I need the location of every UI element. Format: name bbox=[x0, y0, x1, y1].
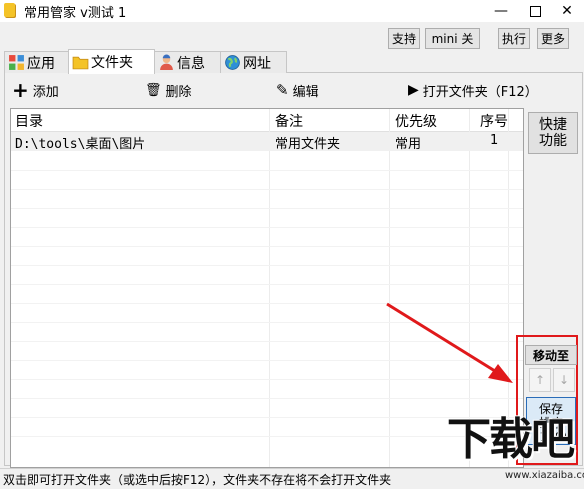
row-divider bbox=[11, 398, 523, 399]
open-folder-button[interactable]: ▶ 打开文件夹（F12） bbox=[408, 80, 538, 100]
tab-apps[interactable]: 应用 bbox=[4, 51, 69, 73]
quick-label-line2: 功能 bbox=[539, 133, 567, 149]
mini-close-button[interactable]: mini 关 bbox=[425, 28, 480, 49]
folder-icon bbox=[72, 56, 89, 69]
tab-info-label: 信息 bbox=[177, 55, 205, 72]
tab-folders[interactable]: 文件夹 bbox=[68, 49, 155, 74]
tab-urls[interactable]: 网址 bbox=[220, 51, 287, 73]
col-divider bbox=[269, 109, 270, 467]
col-seq[interactable]: 序号 bbox=[480, 111, 508, 131]
arrow-up-icon: ↑ bbox=[534, 373, 546, 387]
edit-button[interactable]: ✎ 编辑 bbox=[276, 80, 319, 100]
open-folder-label: 打开文件夹（F12） bbox=[422, 84, 538, 100]
move-to-button[interactable]: 移动至 bbox=[525, 345, 577, 365]
quick-label-line1: 快捷 bbox=[539, 117, 567, 133]
person-icon bbox=[160, 54, 173, 70]
row-divider bbox=[11, 189, 523, 190]
app-folder-icon bbox=[4, 3, 15, 17]
cell-note: 常用文件夹 bbox=[275, 137, 341, 152]
row-divider bbox=[11, 341, 523, 342]
row-divider bbox=[11, 208, 523, 209]
play-icon: ▶ bbox=[408, 82, 419, 98]
delete-label: 删除 bbox=[165, 84, 192, 100]
watermark-logo: 下载吧 www.xiazaiba.com bbox=[447, 414, 584, 488]
row-divider bbox=[11, 265, 523, 266]
row-divider bbox=[11, 170, 523, 171]
status-text: 双击即可打开文件夹（或选中后按F12），文件夹不存在将不会打开文件夹 bbox=[3, 473, 392, 487]
maximize-icon bbox=[529, 5, 541, 17]
row-divider bbox=[11, 379, 523, 380]
edit-label: 编辑 bbox=[292, 84, 319, 100]
tab-folders-label: 文件夹 bbox=[91, 55, 133, 71]
window-title: 常用管家 v测试 1 bbox=[24, 6, 127, 21]
maximize-button[interactable] bbox=[518, 0, 552, 22]
globe-icon bbox=[225, 55, 240, 70]
edit-icon: ✎ bbox=[276, 81, 289, 99]
col-divider bbox=[389, 109, 390, 467]
tab-apps-label: 应用 bbox=[27, 55, 55, 72]
add-label: 添加 bbox=[32, 84, 59, 100]
col-note[interactable]: 备注 bbox=[275, 111, 303, 131]
title-bar: 常用管家 v测试 1 — ✕ bbox=[0, 0, 584, 22]
minimize-button[interactable]: — bbox=[484, 0, 518, 22]
support-button[interactable]: 支持 bbox=[388, 28, 420, 49]
col-dir[interactable]: 目录 bbox=[15, 111, 43, 131]
tab-urls-label: 网址 bbox=[243, 55, 271, 72]
minimize-icon: — bbox=[494, 3, 508, 19]
row-divider bbox=[11, 227, 523, 228]
row-divider bbox=[11, 322, 523, 323]
cell-seq: 1 bbox=[490, 133, 499, 148]
row-divider bbox=[11, 246, 523, 247]
trash-icon: 🗑 bbox=[145, 82, 162, 98]
apps-icon bbox=[9, 55, 24, 70]
watermark-url: www.xiazaiba.com bbox=[505, 470, 584, 481]
close-icon: ✕ bbox=[561, 3, 573, 19]
add-button[interactable]: + 添加 bbox=[12, 78, 59, 102]
quick-functions-button[interactable]: 快捷 功能 bbox=[528, 112, 578, 154]
row-divider bbox=[11, 303, 523, 304]
execute-button[interactable]: 执行 bbox=[498, 28, 530, 49]
cell-dir: D:\tools\桌面\图片 bbox=[15, 137, 146, 152]
watermark-title: 下载吧 bbox=[447, 414, 575, 465]
arrow-down-icon: ↓ bbox=[558, 373, 570, 387]
row-divider bbox=[11, 360, 523, 361]
close-button[interactable]: ✕ bbox=[550, 0, 584, 22]
cell-priority: 常用 bbox=[395, 137, 422, 152]
table-row[interactable]: D:\tools\桌面\图片 常用文件夹 常用 1 bbox=[11, 132, 523, 152]
row-divider bbox=[11, 284, 523, 285]
move-down-button[interactable]: ↓ bbox=[553, 368, 575, 392]
plus-icon: + bbox=[12, 78, 29, 102]
tab-info[interactable]: 信息 bbox=[154, 51, 221, 73]
delete-button[interactable]: 🗑 删除 bbox=[145, 80, 192, 100]
col-priority[interactable]: 优先级 bbox=[395, 111, 437, 131]
move-up-button[interactable]: ↑ bbox=[529, 368, 551, 392]
table-header: 目录 备注 优先级 序号 bbox=[11, 109, 523, 132]
more-button[interactable]: 更多 bbox=[537, 28, 569, 49]
